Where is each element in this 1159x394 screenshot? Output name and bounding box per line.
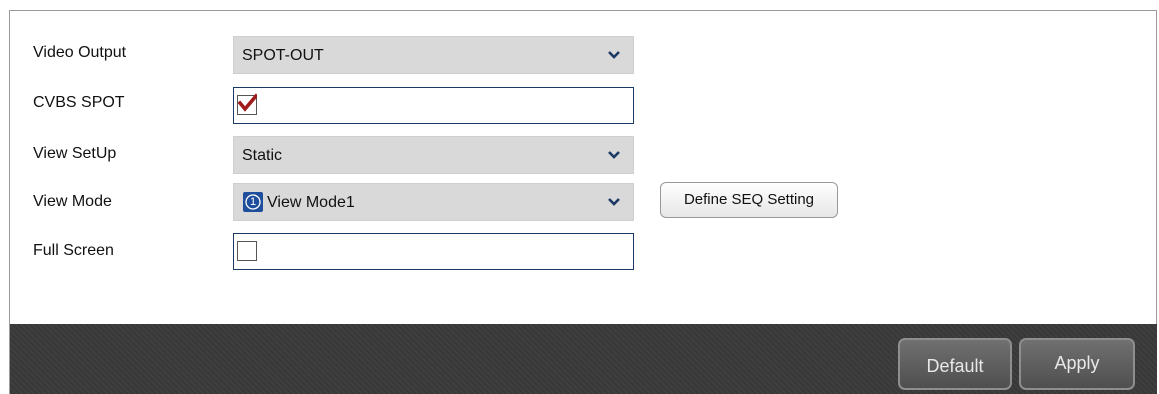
apply-button[interactable]: Apply bbox=[1019, 338, 1135, 390]
view-setup-label: View SetUp bbox=[33, 145, 117, 162]
view-setup-value: Static bbox=[242, 147, 283, 164]
chevron-down-icon bbox=[608, 198, 620, 206]
view-mode-badge: 1 bbox=[243, 192, 263, 212]
default-button[interactable]: Default bbox=[898, 338, 1012, 390]
chevron-down-icon bbox=[608, 151, 620, 159]
checkmark-icon bbox=[237, 93, 257, 112]
cvbs-spot-field bbox=[233, 87, 634, 124]
view-mode-badge-number: 1 bbox=[249, 196, 257, 208]
chevron-down-icon bbox=[608, 51, 620, 59]
view-mode-select[interactable]: 1 View Mode1 bbox=[233, 183, 634, 221]
view-setup-select[interactable]: Static bbox=[233, 136, 634, 174]
full-screen-label: Full Screen bbox=[33, 242, 114, 259]
video-output-select[interactable]: SPOT-OUT bbox=[233, 36, 634, 74]
cvbs-spot-label: CVBS SPOT bbox=[33, 94, 125, 111]
video-output-label: Video Output bbox=[33, 44, 127, 61]
video-output-value: SPOT-OUT bbox=[242, 47, 324, 64]
full-screen-field bbox=[233, 233, 634, 270]
cvbs-spot-checkbox[interactable] bbox=[237, 93, 257, 115]
view-mode-value: View Mode1 bbox=[267, 194, 355, 211]
full-screen-checkbox[interactable] bbox=[237, 241, 257, 261]
define-seq-setting-button[interactable]: Define SEQ Setting bbox=[660, 182, 838, 218]
view-mode-label: View Mode bbox=[33, 193, 112, 210]
